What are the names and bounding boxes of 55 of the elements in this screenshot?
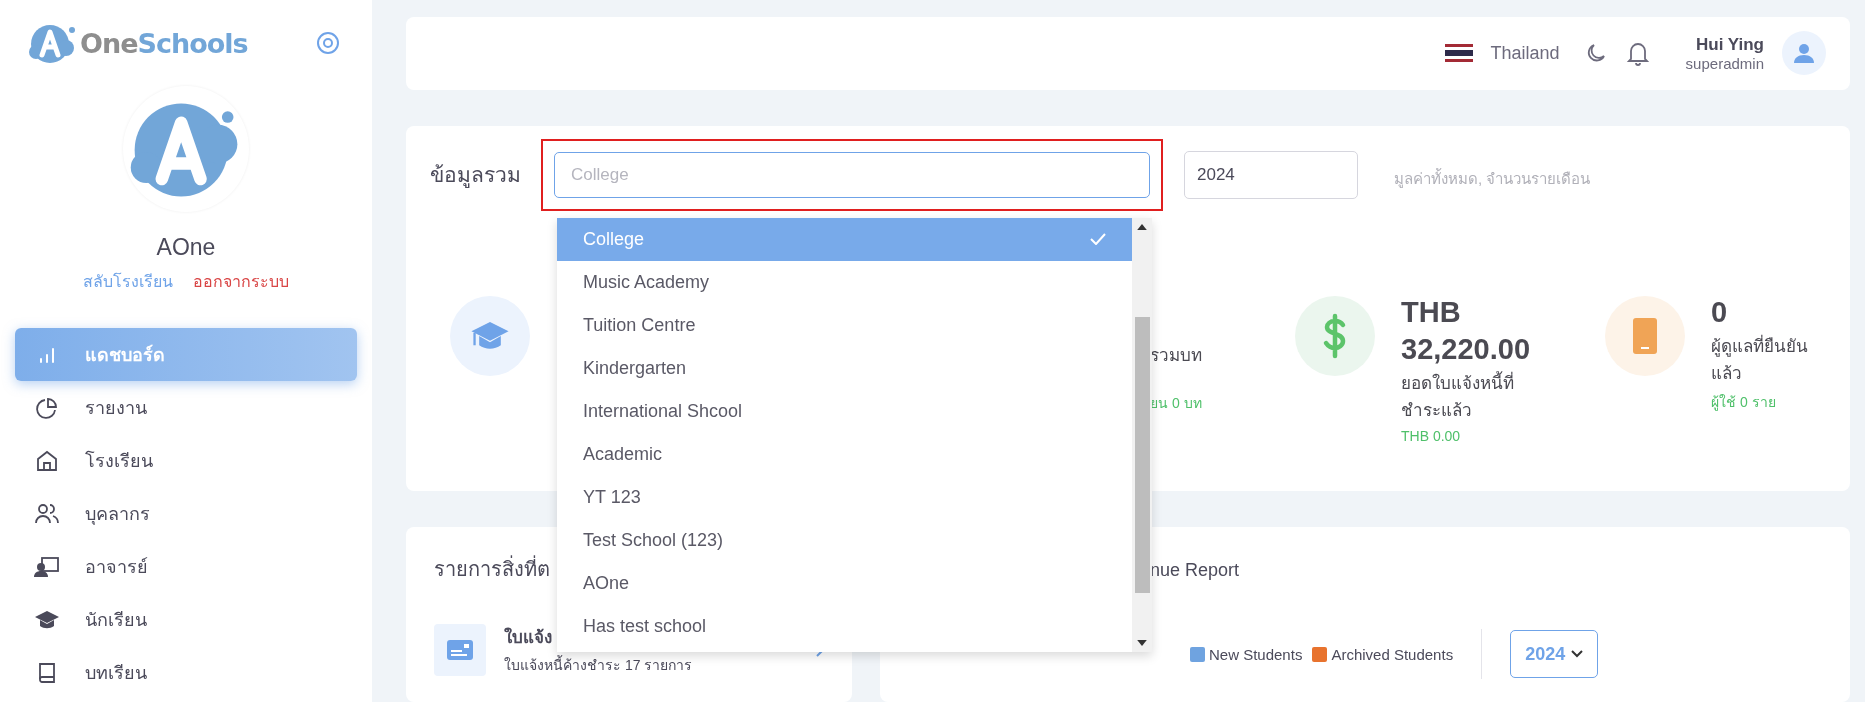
stat-value: 0 xyxy=(1711,295,1729,329)
stat-label: ผู้ดูแลที่ยืนยันแล้ว xyxy=(1711,333,1809,385)
target-icon[interactable] xyxy=(316,31,340,55)
home-icon xyxy=(35,448,59,473)
dropdown-option[interactable]: Kindergarten xyxy=(557,346,1132,390)
user-role: superadmin xyxy=(1685,54,1764,72)
nav-item[interactable]: อาจารย์ xyxy=(15,540,357,593)
section-title: รายการสิ่งที่ต xyxy=(434,553,550,585)
invoice-icon xyxy=(434,623,486,676)
users-icon xyxy=(34,501,60,526)
school-name: AOne xyxy=(156,234,216,261)
teacher-icon xyxy=(34,554,60,579)
user-avatar[interactable] xyxy=(1782,31,1826,76)
caret-icon xyxy=(1571,650,1584,658)
nav-item[interactable]: นักเรียน xyxy=(15,593,357,646)
dropdown-option[interactable]: Tuition Centre xyxy=(557,303,1132,347)
nav-item[interactable]: รายงาน xyxy=(15,381,357,434)
graduation-cap-icon xyxy=(34,608,60,631)
thailand-flag-icon[interactable] xyxy=(1444,44,1473,63)
dropdown-option[interactable]: AOne xyxy=(557,561,1132,605)
check-icon xyxy=(1090,233,1106,246)
stat-value: 32,220.00 xyxy=(1401,332,1531,366)
school-select[interactable]: College xyxy=(554,151,1150,198)
nav-item[interactable]: บทเรียน xyxy=(15,646,357,699)
scroll-up-icon[interactable] xyxy=(1137,223,1147,230)
year-field[interactable]: 2024 xyxy=(1184,150,1358,199)
nav-item[interactable]: โรงเรียน xyxy=(15,434,357,487)
nav-item[interactable]: บุคลากร xyxy=(15,487,357,540)
stat-note: THB 0.00 xyxy=(1401,428,1462,445)
todo-title: ใบแจ้ง xyxy=(504,626,552,649)
legend-label: Archived Students xyxy=(1331,645,1454,663)
country-label[interactable]: Thailand xyxy=(1490,42,1560,64)
stat-label: ยอดใบแจ้งหนี้ที่ชำระแล้ว xyxy=(1401,370,1515,422)
scroll-down-icon[interactable] xyxy=(1137,639,1147,646)
hint-text: มูลค่าทั้งหมด, จำนวนรายเดือน xyxy=(1394,167,1591,190)
dropdown-option[interactable]: Music Academy xyxy=(557,260,1132,304)
scrollbar[interactable] xyxy=(1132,217,1152,652)
dropdown-option[interactable]: Test School (123) xyxy=(557,518,1132,562)
bell-icon[interactable] xyxy=(1625,40,1650,67)
logout-link[interactable]: ออกจากระบบ xyxy=(193,269,289,294)
logo-icon xyxy=(28,22,78,64)
stat-note: ผู้ใช้ 0 ราย xyxy=(1711,393,1777,413)
pie-chart-icon xyxy=(35,395,59,420)
stat-value: THB xyxy=(1401,295,1462,329)
user-name: Hui Ying xyxy=(1696,34,1764,55)
book-icon xyxy=(36,660,58,685)
stat-label: รวมบท xyxy=(1150,344,1203,367)
dropdown-option[interactable]: Has test school xyxy=(557,604,1132,648)
legend-label: New Students xyxy=(1209,645,1303,663)
dropdown-option[interactable]: YT 123 xyxy=(557,475,1132,519)
section-title: ข้อมูลรวม xyxy=(430,162,522,190)
dropdown-option[interactable]: International Shcool xyxy=(557,389,1132,433)
todo-subtitle: ใบแจ้งหนี้ค้างชำระ 17 รายการ xyxy=(504,654,693,675)
brand-name: OneSchools xyxy=(80,27,248,59)
dropdown-option[interactable]: Academic xyxy=(557,432,1132,476)
